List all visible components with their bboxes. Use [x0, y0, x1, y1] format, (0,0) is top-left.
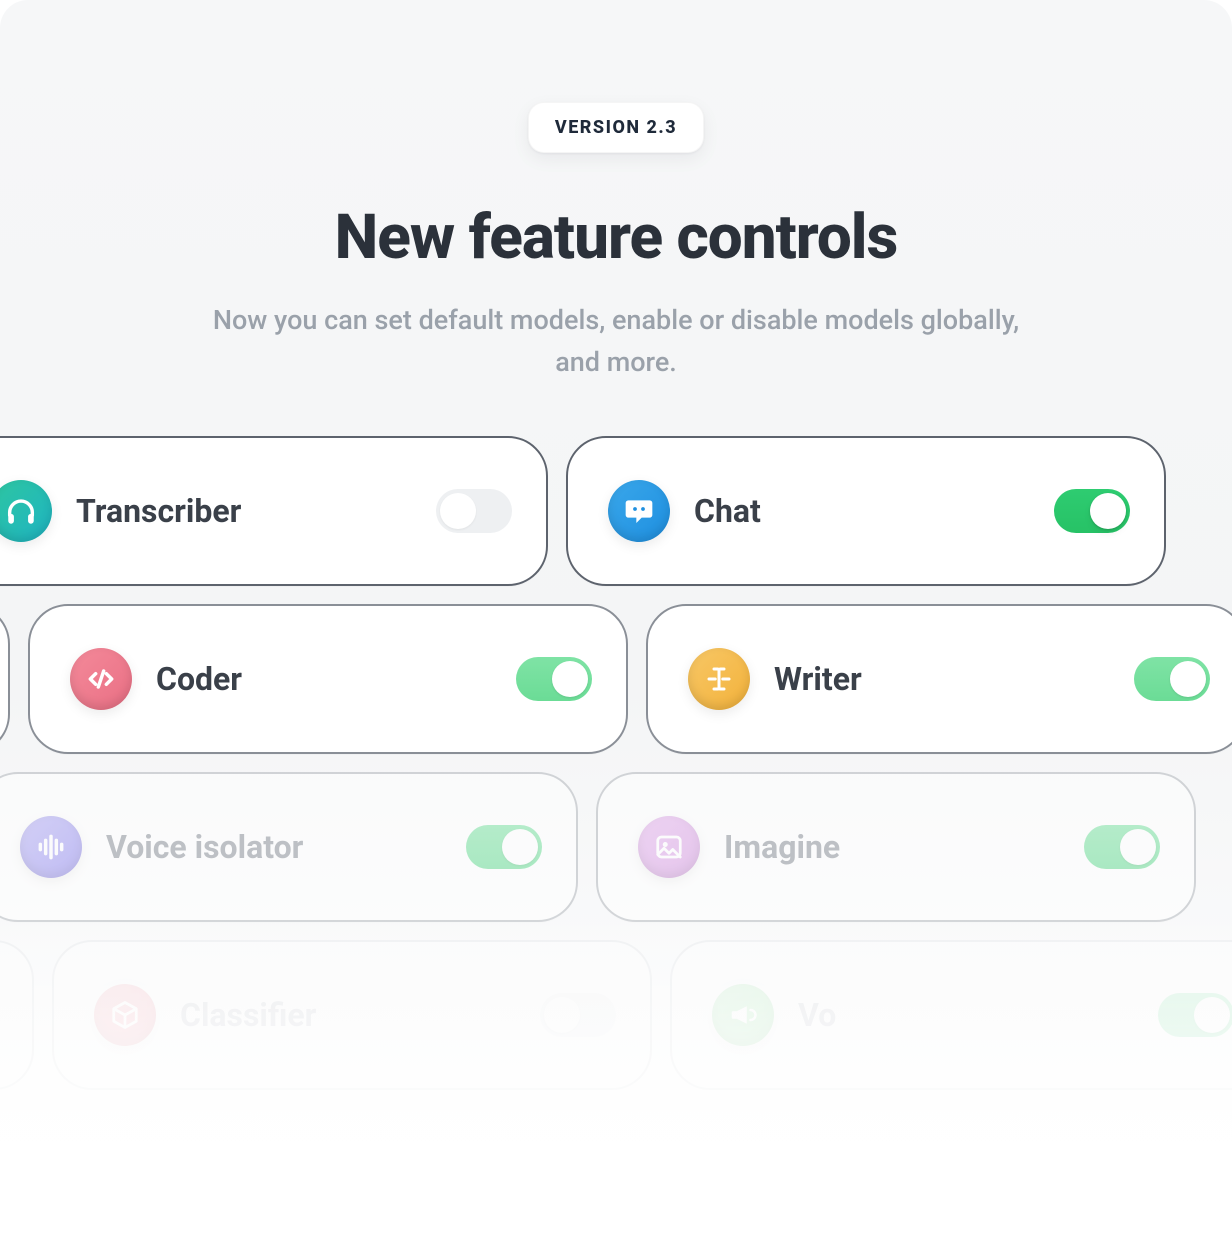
- feature-label: Imagine: [724, 828, 840, 866]
- headphones-icon: [0, 480, 52, 542]
- feature-toggle[interactable]: [1134, 657, 1210, 701]
- feature-card-coder[interactable]: Coder: [28, 604, 628, 754]
- feature-toggle[interactable]: [516, 657, 592, 701]
- feature-card[interactable]: [0, 940, 34, 1090]
- image-icon: [638, 816, 700, 878]
- feature-row: Voice isolator Imagine: [0, 772, 1196, 922]
- feature-row: Classifier Vo: [0, 940, 1232, 1090]
- feature-card-classifier[interactable]: Classifier: [52, 940, 652, 1090]
- feature-card-writer[interactable]: Writer: [646, 604, 1232, 754]
- megaphone-icon: [712, 984, 774, 1046]
- feature-toggle[interactable]: [436, 489, 512, 533]
- feature-label: Vo: [798, 996, 836, 1034]
- feature-card[interactable]: [0, 604, 10, 754]
- feature-card-voice2[interactable]: Vo: [670, 940, 1232, 1090]
- feature-card-voice-isolator[interactable]: Voice isolator: [0, 772, 578, 922]
- feature-card-chat[interactable]: Chat: [566, 436, 1166, 586]
- feature-card-imagine[interactable]: Imagine: [596, 772, 1196, 922]
- feature-label: Writer: [774, 660, 862, 698]
- feature-toggle[interactable]: [1084, 825, 1160, 869]
- text-cursor-icon: [688, 648, 750, 710]
- feature-label: Transcriber: [76, 492, 241, 530]
- feature-card-transcriber[interactable]: Transcriber: [0, 436, 548, 586]
- feature-controls-panel: VERSION 2.3 New feature controls Now you…: [0, 0, 1232, 1244]
- feature-toggle[interactable]: [1158, 993, 1232, 1037]
- feature-label: Classifier: [180, 996, 316, 1034]
- feature-label: Voice isolator: [106, 828, 303, 866]
- feature-toggle[interactable]: [540, 993, 616, 1037]
- feature-label: Chat: [694, 492, 761, 530]
- feature-row: Coder Writer: [0, 604, 1232, 754]
- version-badge: VERSION 2.3: [528, 102, 704, 153]
- page-subtitle: Now you can set default models, enable o…: [196, 300, 1036, 384]
- chat-icon: [608, 480, 670, 542]
- feature-toggle[interactable]: [466, 825, 542, 869]
- feature-label: Coder: [156, 660, 242, 698]
- header: VERSION 2.3 New feature controls Now you…: [0, 0, 1232, 384]
- waveform-icon: [20, 816, 82, 878]
- code-icon: [70, 648, 132, 710]
- cube-icon: [94, 984, 156, 1046]
- feature-toggle[interactable]: [1054, 489, 1130, 533]
- feature-row: Transcriber Chat: [0, 436, 1166, 586]
- page-title: New feature controls: [0, 201, 1232, 274]
